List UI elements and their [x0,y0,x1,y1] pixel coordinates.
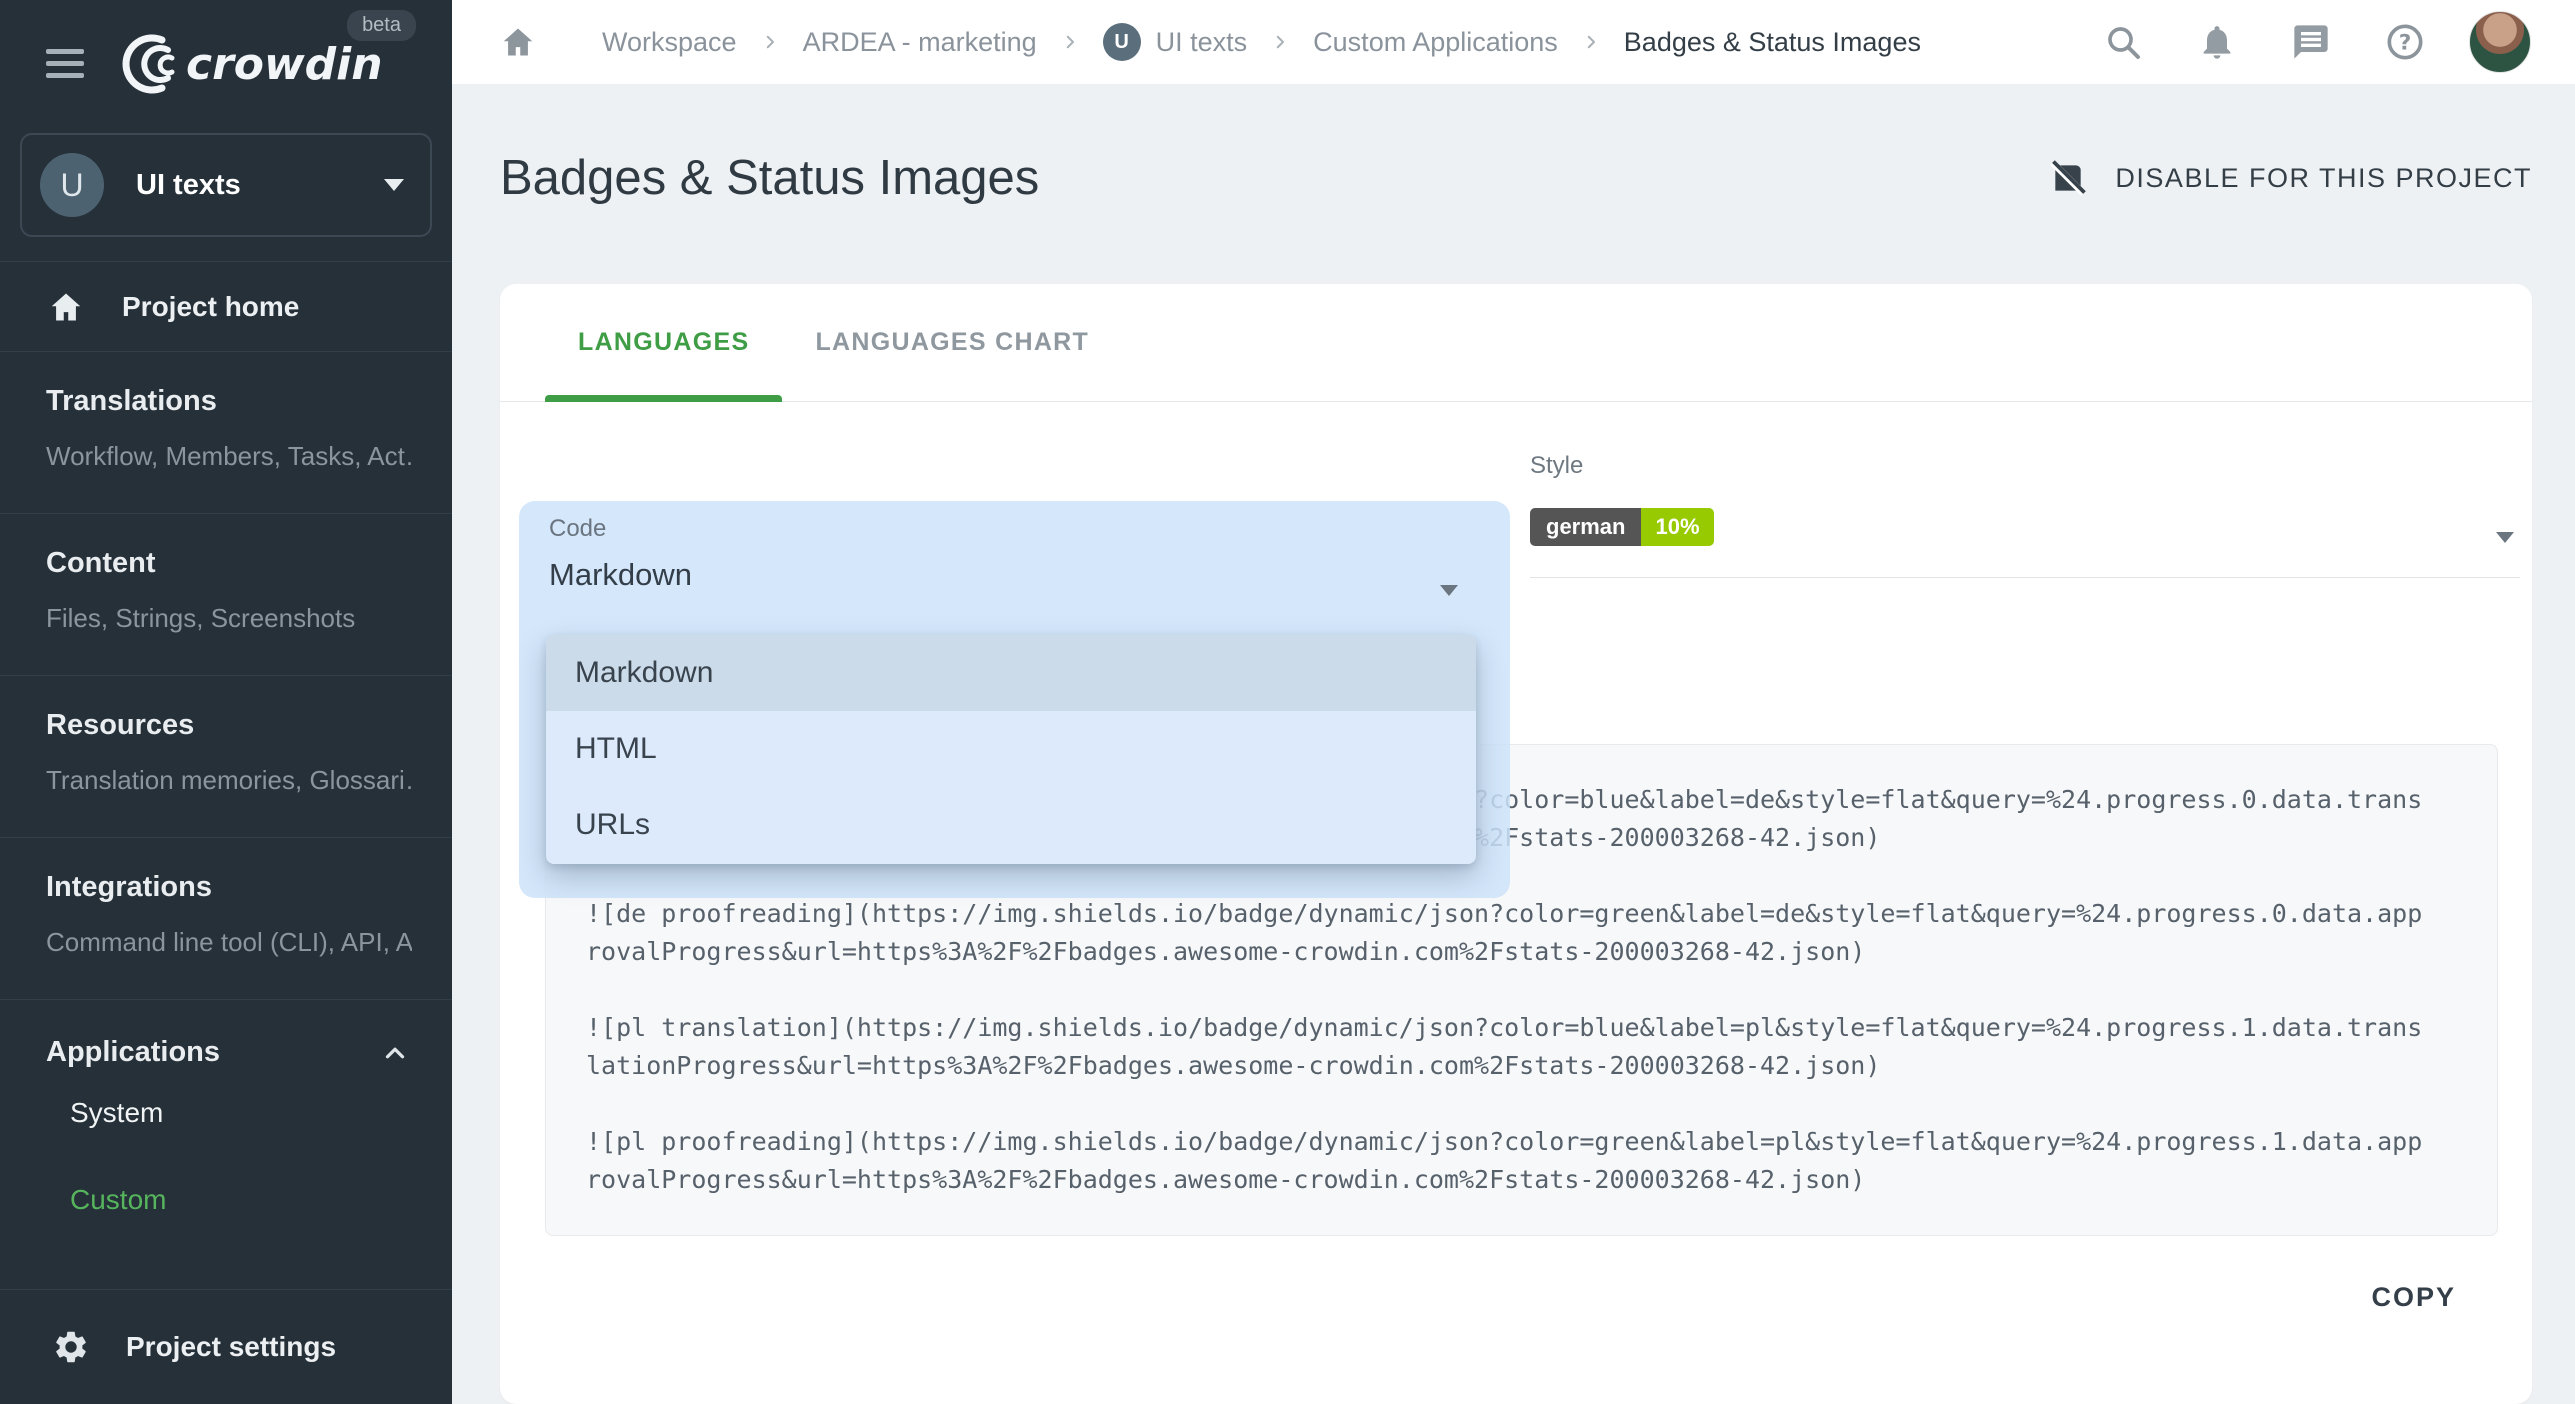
sidebar-item-applications[interactable]: Applications [0,1036,452,1069]
messages-chat-icon[interactable] [2291,22,2331,62]
home-icon [48,289,84,325]
section-subtitle: Translation memories, Glossari… [46,765,412,796]
notifications-bell-icon[interactable] [2197,22,2237,62]
style-select[interactable]: Style german 10% [1530,452,2520,578]
sidebar-item-project-home[interactable]: Project home [0,262,452,351]
tab-languages[interactable]: LANGUAGES [545,284,782,401]
sidebar-item-label: Project settings [126,1331,336,1363]
style-select-label: Style [1530,452,2520,480]
sidebar-item-project-settings[interactable]: Project settings [0,1290,452,1404]
section-title: Resources [46,709,412,742]
badge-label: german [1530,508,1641,546]
section-subtitle: Command line tool (CLI), API, A… [46,927,412,958]
gear-icon [52,1328,90,1366]
project-name: UI texts [136,169,241,202]
code-select-value: Markdown [549,557,692,593]
dropdown-option-urls[interactable]: URLs [546,787,1476,863]
chevron-down-icon [384,179,404,191]
chevron-right-icon [761,33,779,51]
chevron-down-icon [1440,585,1458,596]
page-title: Badges & Status Images [500,150,1039,206]
chevron-up-icon [380,1038,410,1068]
sidebar: crowdin beta U UI texts Project home Tra… [0,0,452,1404]
copy-button[interactable]: COPY [2353,1270,2474,1325]
flag-off-icon [2049,159,2087,197]
chevron-right-icon [560,33,578,51]
dropdown-option-html[interactable]: HTML [546,711,1476,787]
badge-snippet: ![de proofreading](https://img.shields.i… [586,895,2431,971]
dropdown-option-markdown[interactable]: Markdown [546,635,1476,711]
tab-languages-chart[interactable]: LANGUAGES CHART [782,284,1122,401]
search-icon[interactable] [2103,22,2143,62]
project-avatar: U [1103,23,1141,61]
chevron-right-icon [1582,33,1600,51]
breadcrumb-organization[interactable]: ARDEA - marketing [803,27,1037,58]
code-select-dropdown-menu: Markdown HTML URLs [546,635,1476,864]
menu-hamburger-icon[interactable] [46,42,86,85]
sidebar-group-applications: Applications System Custom [0,1000,452,1289]
sidebar-item-content[interactable]: Content Files, Strings, Screenshots [0,514,452,675]
project-selector[interactable]: U UI texts [20,133,432,237]
breadcrumb-current-page: Badges & Status Images [1624,27,1921,58]
sidebar-item-label: Project home [122,291,299,323]
user-avatar[interactable] [2469,11,2531,73]
section-title: Integrations [46,871,412,904]
svg-text:?: ? [2399,31,2412,56]
disable-button-label: DISABLE FOR THIS PROJECT [2115,163,2532,194]
help-icon[interactable]: ? [2385,22,2425,62]
code-select-focus-overlay: Code Markdown Markdown HTML URLs [519,501,1510,898]
badge-value: 10% [1641,508,1713,546]
sidebar-item-integrations[interactable]: Integrations Command line tool (CLI), AP… [0,838,452,999]
code-select[interactable]: Code Markdown [519,501,1510,635]
code-select-label: Code [549,515,606,543]
topbar: Workspace ARDEA - marketing U UI texts C… [452,0,2575,84]
home-icon[interactable] [500,24,536,60]
crowdin-logo[interactable]: crowdin [116,33,401,95]
badge-snippet: ![pl proofreading](https://img.shields.i… [586,1123,2431,1199]
beta-badge: beta [347,10,416,41]
section-title: Content [46,547,412,580]
style-select-value: german 10% [1530,508,1714,546]
sidebar-item-system[interactable]: System [0,1069,452,1156]
logo-text: crowdin [186,39,383,90]
sidebar-header: crowdin beta [0,0,452,127]
section-subtitle: Files, Strings, Screenshots [46,603,412,634]
badge-snippet: ![pl translation](https://img.shields.io… [586,1009,2431,1085]
chevron-right-icon [1061,33,1079,51]
sidebar-item-custom[interactable]: Custom [0,1156,452,1243]
section-title: Applications [46,1036,220,1069]
breadcrumb-project[interactable]: U UI texts [1103,23,1248,61]
chevron-right-icon [1271,33,1289,51]
sidebar-item-resources[interactable]: Resources Translation memories, Glossari… [0,676,452,837]
tabbar: LANGUAGES LANGUAGES CHART [500,284,2532,402]
breadcrumb-custom-applications[interactable]: Custom Applications [1313,27,1558,58]
page-header: Badges & Status Images DISABLE FOR THIS … [500,150,2532,206]
project-avatar: U [40,153,104,217]
shields-badge-preview: german 10% [1530,508,1714,546]
section-title: Translations [46,385,412,418]
chevron-down-icon [2496,532,2514,543]
sidebar-item-translations[interactable]: Translations Workflow, Members, Tasks, A… [0,352,452,513]
section-subtitle: Workflow, Members, Tasks, Act… [46,441,412,472]
breadcrumb-project-label: UI texts [1156,27,1248,58]
disable-for-project-button[interactable]: DISABLE FOR THIS PROJECT [2049,159,2532,197]
breadcrumb-workspace[interactable]: Workspace [602,27,737,58]
